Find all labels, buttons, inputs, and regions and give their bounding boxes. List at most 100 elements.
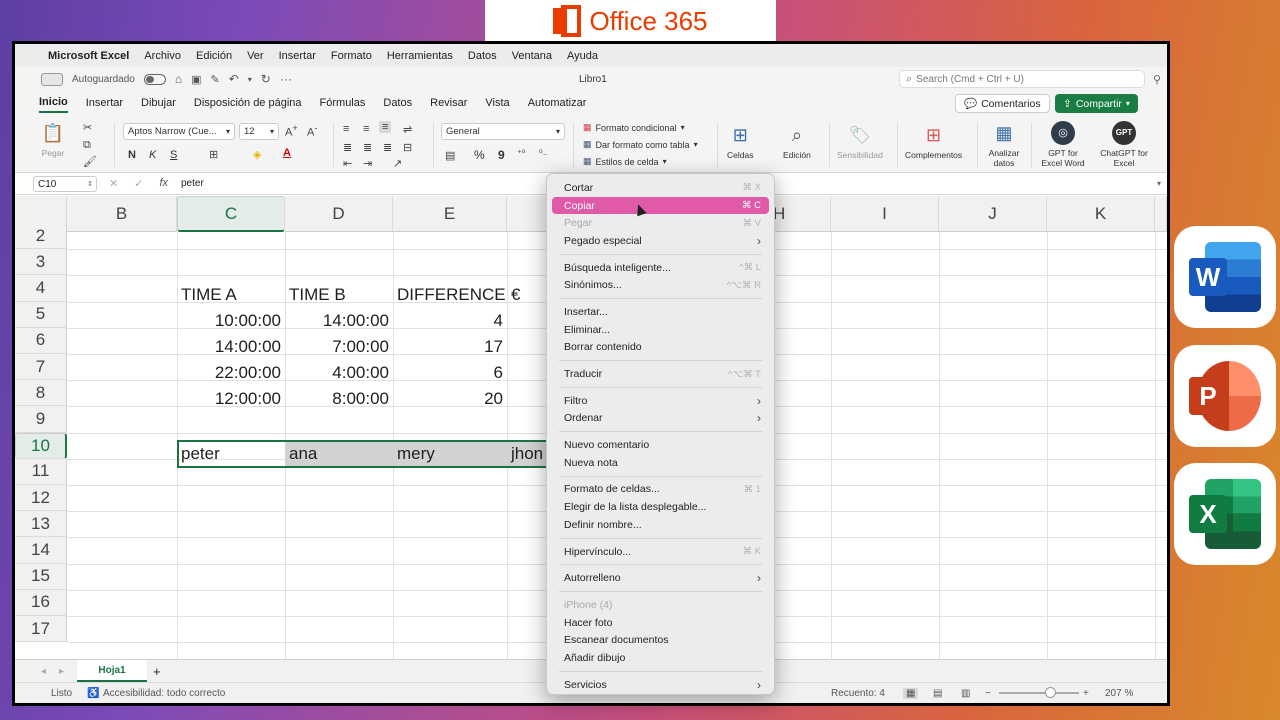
column-header-d[interactable]: D [285,196,393,232]
name-box[interactable]: C10 ⇕ [33,176,97,192]
tab-insertar[interactable]: Insertar [86,94,123,112]
bold-button[interactable]: N [128,149,136,161]
more-icon[interactable]: ··· [280,72,292,86]
menu-item-hipervinculo[interactable]: Hipervínculo... ⌘ K [552,543,769,561]
cell-d5[interactable]: 14:00:00 [285,308,393,334]
cancel-icon[interactable]: ✕ [109,177,118,190]
number-format-select[interactable]: General ▾ [441,123,565,140]
orientation-icon[interactable]: ↗ [393,157,402,170]
menu-item-busqueda-inteligente[interactable]: Búsqueda inteligente... ^⌘ L [552,259,769,277]
cell-d7[interactable]: 4:00:00 [285,360,393,386]
cell-e4[interactable]: DIFFERENCE [393,282,507,308]
chatgpt-excel-button[interactable]: GPT ChatGPT for Excel [1099,121,1149,168]
cell-d8[interactable]: 8:00:00 [285,386,393,412]
menu-ventana[interactable]: Ventana [512,50,552,62]
save-icon[interactable]: ▣ [191,73,201,86]
cell-d10[interactable]: ana [285,441,393,467]
menu-insertar[interactable]: Insertar [279,50,316,62]
row-header-7[interactable]: 7 [15,354,67,381]
format-painter-icon[interactable]: 🖌 [83,155,97,168]
addins-button[interactable]: ⊞ Complementos [905,123,962,160]
decrease-font-icon[interactable]: A- [307,123,317,139]
wrap-text-icon[interactable]: ⇌ [403,123,412,136]
paste-button[interactable]: 📋 Pegar [41,121,65,158]
menu-item-ordenar[interactable]: Ordenar › [552,410,769,428]
menu-item-pegado-especial[interactable]: Pegado especial › [552,232,769,250]
row-header-3[interactable]: 3 [15,249,67,276]
zoom-slider[interactable] [999,687,1079,698]
cell-c10[interactable]: peter [177,441,285,467]
redo-icon[interactable]: ↻ [261,72,271,86]
align-left-icon[interactable]: ≣ [343,141,352,154]
menu-archivo[interactable]: Archivo [144,50,181,62]
underline-button[interactable]: S [170,149,177,161]
align-bottom-icon[interactable]: ≡ [379,121,392,133]
font-name-select[interactable]: Aptos Narrow (Cue... ▾ [123,123,235,140]
tab-formulas[interactable]: Fórmulas [320,94,366,112]
menu-item-borrar-contenido[interactable]: Borrar contenido [552,339,769,357]
row-header-14[interactable]: 14 [15,537,67,564]
gpt-word-button[interactable]: ◎ GPT for Excel Word [1037,121,1089,168]
row-header-4[interactable]: 4 [15,275,67,302]
percent-button[interactable]: % [474,148,485,162]
merge-icon[interactable]: ⊟ [403,141,412,154]
analyze-data-button[interactable]: ▦ Analizar datos [983,121,1025,168]
sheet-tab-hoja1[interactable]: Hoja1 [77,660,147,682]
menu-herramientas[interactable]: Herramientas [387,50,453,62]
formula-input[interactable]: peter [181,178,204,189]
increase-font-icon[interactable]: A+ [285,123,298,139]
align-top-icon[interactable]: ≡ [343,123,349,135]
column-header-b[interactable]: B [67,196,177,232]
column-header-j[interactable]: J [939,196,1047,232]
zoom-in-icon[interactable]: + [1083,688,1089,699]
normal-view-icon[interactable]: ▦ [903,687,919,699]
account-icon[interactable]: ⚲ [1153,73,1161,86]
menu-item-elegir-de-la-lista-desplegable[interactable]: Elegir de la lista desplegable... [552,498,769,516]
menu-item-cortar[interactable]: Cortar ⌘ X [552,179,769,197]
menu-app-name[interactable]: Microsoft Excel [48,50,129,62]
zoom-out-icon[interactable]: − [985,688,991,699]
menu-item-traducir[interactable]: Traducir ^⌥⌘ T [552,365,769,383]
menu-item-nuevo-comentario[interactable]: Nuevo comentario [552,436,769,454]
cell-e8[interactable]: 20 [393,386,507,412]
chevron-down-icon[interactable]: ▾ [1157,179,1161,188]
menu-item-sinonimos[interactable]: Sinónimos... ^⌥⌘ R [552,276,769,294]
zoom-level[interactable]: 207 % [1105,688,1133,699]
accessibility-status[interactable]: Accesibilidad: todo correcto [103,688,225,699]
align-middle-icon[interactable]: ≡ [363,123,369,135]
indent-decrease-icon[interactable]: ⇤ [343,157,352,170]
confirm-icon[interactable]: ✓ [134,177,143,190]
borders-icon[interactable]: ⊞ [209,148,218,161]
menu-ver[interactable]: Ver [247,50,264,62]
page-break-icon[interactable]: ▥ [961,688,970,699]
tab-datos[interactable]: Datos [383,94,412,112]
row-header-5[interactable]: 5 [15,301,67,328]
editing-button[interactable]: ⌕ Edición [783,123,811,160]
search-box[interactable]: ⌕ Search (Cmd + Ctrl + U) [899,70,1145,88]
cell-d4[interactable]: TIME B [285,282,393,308]
fill-color-icon[interactable]: ◈ [253,148,261,161]
row-header-13[interactable]: 13 [15,511,67,538]
font-color-icon[interactable]: A [283,147,291,159]
font-size-select[interactable]: 12 ▾ [239,123,279,140]
sensitivity-button[interactable]: 🏷 Sensibilidad [837,123,883,160]
copy-icon[interactable]: ⧉ [83,139,91,152]
tab-dibujar[interactable]: Dibujar [141,94,176,112]
tab-disposicion[interactable]: Disposición de página [194,94,302,112]
menu-item-definir-nombre[interactable]: Definir nombre... [552,516,769,534]
align-right-icon[interactable]: ≣ [383,141,392,154]
tab-inicio[interactable]: Inicio [39,93,68,113]
menu-item-insertar[interactable]: Insertar... [552,303,769,321]
cell-c6[interactable]: 14:00:00 [177,334,285,360]
cell-e5[interactable]: 4 [393,308,507,334]
cell-d6[interactable]: 7:00:00 [285,334,393,360]
column-header-k[interactable]: K [1047,196,1155,232]
menu-item-hacer-foto[interactable]: Hacer foto [552,614,769,632]
tab-vista[interactable]: Vista [485,94,509,112]
cell-c8[interactable]: 12:00:00 [177,386,285,412]
format-as-table-button[interactable]: ▦ Dar formato como tabla ▾ [583,139,698,150]
sheet-prev-icon[interactable]: ◂ [41,666,46,677]
row-header-12[interactable]: 12 [15,485,67,512]
share-button[interactable]: ⇪ Compartir ▾ [1055,94,1138,113]
page-layout-icon[interactable]: ▤ [933,688,942,699]
